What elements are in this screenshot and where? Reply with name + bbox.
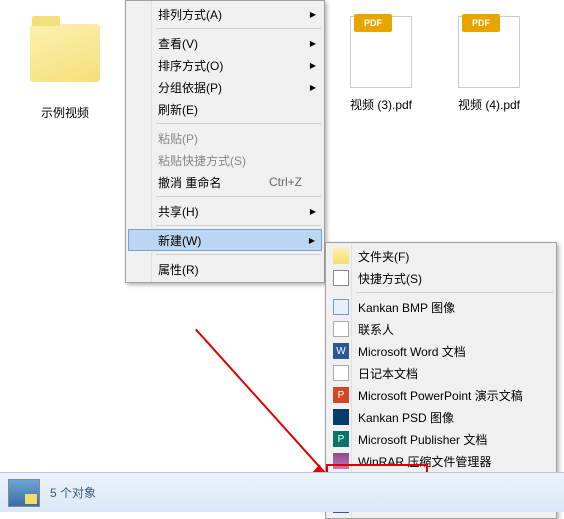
- file-label: 视频 (4).pdf: [444, 96, 534, 113]
- menu-label: Microsoft Word 文档: [358, 343, 466, 360]
- contact-icon: [333, 321, 349, 337]
- menu-paste-shortcut: 粘贴快捷方式(S): [128, 149, 322, 171]
- menu-label: 撤消 重命名: [158, 174, 221, 191]
- menu-new-folder[interactable]: 文件夹(F): [328, 245, 554, 267]
- menu-new[interactable]: 新建(W) ▶: [128, 229, 322, 251]
- menu-group[interactable]: 分组依据(P) ▶: [128, 76, 322, 98]
- menu-new-word[interactable]: W Microsoft Word 文档: [328, 340, 554, 362]
- menu-undo-rename[interactable]: 撤消 重命名 Ctrl+Z: [128, 171, 322, 193]
- menu-share[interactable]: 共享(H) ▶: [128, 200, 322, 222]
- status-bar: 5 个对象: [0, 472, 564, 512]
- diary-icon: [333, 365, 349, 381]
- submenu-arrow-icon: ▶: [310, 61, 316, 70]
- menu-label: 新建(W): [158, 232, 201, 249]
- menu-label: 共享(H): [158, 203, 199, 220]
- menu-label: 属性(R): [158, 261, 199, 278]
- shortcut-icon: [333, 270, 349, 286]
- menu-label: 文件夹(F): [358, 248, 409, 265]
- menu-paste: 粘贴(P): [128, 127, 322, 149]
- menu-new-diary[interactable]: 日记本文档: [328, 362, 554, 384]
- menu-label: Kankan PSD 图像: [358, 409, 454, 426]
- menu-label: 粘贴(P): [158, 130, 198, 147]
- menu-separator: [156, 225, 321, 226]
- menu-label: 粘贴快捷方式(S): [158, 152, 246, 169]
- status-collection-icon: [8, 479, 40, 507]
- context-menu-main: 排列方式(A)▶ 查看(V)▶ 排序方式(O)▶ 分组依据(P)▶ 刷新(E) …: [125, 0, 325, 283]
- submenu-arrow-icon: ▶: [309, 236, 315, 245]
- menu-label: 日记本文档: [358, 365, 418, 382]
- file-label: 视频 (3).pdf: [336, 96, 426, 113]
- ppt-icon: P: [333, 387, 349, 403]
- pub-icon: P: [333, 431, 349, 447]
- menu-separator: [156, 123, 321, 124]
- status-count: 5 个对象: [50, 484, 96, 501]
- menu-separator: [156, 254, 321, 255]
- folder-icon: [30, 24, 100, 82]
- menu-label: Microsoft PowerPoint 演示文稿: [358, 387, 523, 404]
- menu-shortcut: Ctrl+Z: [269, 175, 302, 189]
- menu-new-psd[interactable]: Kankan PSD 图像: [328, 406, 554, 428]
- folder-icon: [333, 248, 349, 264]
- menu-label: Microsoft Publisher 文档: [358, 431, 487, 448]
- menu-refresh[interactable]: 刷新(E): [128, 98, 322, 120]
- word-icon: W: [333, 343, 349, 359]
- menu-label: 快捷方式(S): [358, 270, 422, 287]
- menu-separator: [356, 292, 553, 293]
- menu-label: 排序方式(O): [158, 57, 223, 74]
- file-pdf-4[interactable]: PDF 视频 (4).pdf: [444, 12, 534, 113]
- bmp-icon: [333, 299, 349, 315]
- menu-new-shortcut[interactable]: 快捷方式(S): [328, 267, 554, 289]
- menu-properties[interactable]: 属性(R): [128, 258, 322, 280]
- submenu-arrow-icon: ▶: [310, 39, 316, 48]
- menu-label: 查看(V): [158, 35, 198, 52]
- pdf-badge-icon: PDF: [354, 14, 392, 32]
- submenu-arrow-icon: ▶: [310, 10, 316, 19]
- menu-sort[interactable]: 排序方式(O) ▶: [128, 54, 322, 76]
- pdf-badge-icon: PDF: [462, 14, 500, 32]
- menu-label: 联系人: [358, 321, 394, 338]
- menu-arrange[interactable]: 排列方式(A) ▶: [128, 3, 322, 25]
- menu-new-bmp[interactable]: Kankan BMP 图像: [328, 296, 554, 318]
- menu-label: Kankan BMP 图像: [358, 299, 455, 316]
- folder-label: 示例视频: [20, 104, 110, 121]
- menu-label: 排列方式(A): [158, 6, 222, 23]
- file-pdf-3[interactable]: PDF 视频 (3).pdf: [336, 12, 426, 113]
- menu-view[interactable]: 查看(V) ▶: [128, 32, 322, 54]
- menu-separator: [156, 28, 321, 29]
- menu-label: 刷新(E): [158, 101, 198, 118]
- menu-new-contact[interactable]: 联系人: [328, 318, 554, 340]
- submenu-arrow-icon: ▶: [310, 207, 316, 216]
- menu-separator: [156, 196, 321, 197]
- folder-sample-videos[interactable]: 示例视频: [20, 12, 110, 121]
- submenu-arrow-icon: ▶: [310, 83, 316, 92]
- menu-label: 分组依据(P): [158, 79, 222, 96]
- menu-new-ppt[interactable]: P Microsoft PowerPoint 演示文稿: [328, 384, 554, 406]
- menu-new-pub[interactable]: P Microsoft Publisher 文档: [328, 428, 554, 450]
- psd-icon: [333, 409, 349, 425]
